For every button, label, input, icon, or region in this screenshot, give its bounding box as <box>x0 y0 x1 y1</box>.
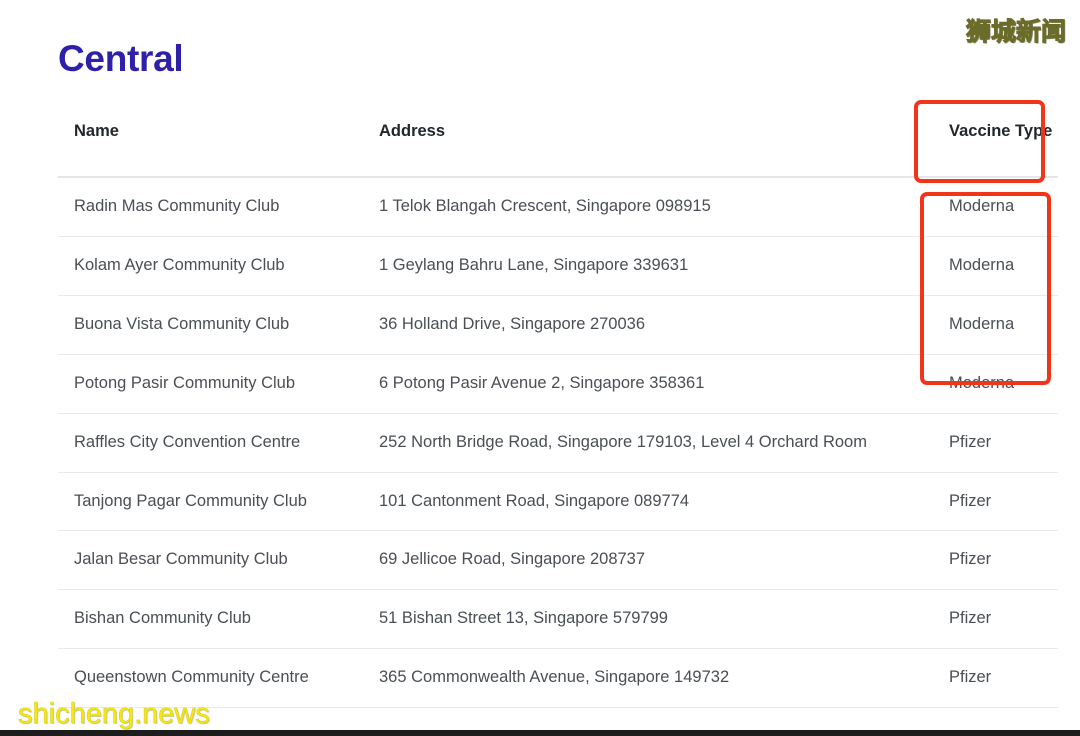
column-header-vaccine-type: Vaccine Type <box>933 108 1058 178</box>
cell-name: Kolam Ayer Community Club <box>58 236 363 296</box>
table-row: Radin Mas Community Club 1 Telok Blangah… <box>58 176 1058 237</box>
vaccination-centres-table-wrapper: Name Address Vaccine Type Radin Mas Comm… <box>58 108 1058 709</box>
vaccination-centres-table: Name Address Vaccine Type Radin Mas Comm… <box>58 108 1058 709</box>
cell-address: 6 Potong Pasir Avenue 2, Singapore 35836… <box>363 354 933 414</box>
cell-vaccine-type: Pfizer <box>933 530 1058 591</box>
cell-address: 51 Bishan Street 13, Singapore 579799 <box>363 589 933 650</box>
cell-vaccine-type: Moderna <box>933 176 1058 237</box>
table-header-row: Name Address Vaccine Type <box>58 108 1058 178</box>
table-row: Tanjong Pagar Community Club 101 Cantonm… <box>58 472 1058 532</box>
cell-address: 69 Jellicoe Road, Singapore 208737 <box>363 530 933 591</box>
cell-address: 365 Commonwealth Avenue, Singapore 14973… <box>363 648 933 709</box>
table-row: Queenstown Community Centre 365 Commonwe… <box>58 648 1058 709</box>
table-row: Kolam Ayer Community Club 1 Geylang Bahr… <box>58 236 1058 296</box>
cell-address: 36 Holland Drive, Singapore 270036 <box>363 295 933 355</box>
table-row: Raffles City Convention Centre 252 North… <box>58 413 1058 473</box>
page-title: Central <box>58 38 184 79</box>
cell-address: 1 Telok Blangah Crescent, Singapore 0989… <box>363 176 933 237</box>
cell-name: Jalan Besar Community Club <box>58 530 363 591</box>
cell-name: Raffles City Convention Centre <box>58 413 363 473</box>
cell-name: Radin Mas Community Club <box>58 176 363 237</box>
page-root: Central Name Address Vaccine Type Radin … <box>0 0 1080 736</box>
table-header: Name Address Vaccine Type <box>58 108 1058 178</box>
cell-address: 252 North Bridge Road, Singapore 179103,… <box>363 413 933 473</box>
bottom-edge-bar <box>0 730 1080 736</box>
table-row: Potong Pasir Community Club 6 Potong Pas… <box>58 354 1058 414</box>
cell-vaccine-type: Moderna <box>933 295 1058 355</box>
cell-name: Queenstown Community Centre <box>58 648 363 709</box>
cell-vaccine-type: Pfizer <box>933 472 1058 532</box>
cell-vaccine-type: Pfizer <box>933 589 1058 650</box>
table-row: Jalan Besar Community Club 69 Jellicoe R… <box>58 530 1058 591</box>
cell-vaccine-type: Moderna <box>933 236 1058 296</box>
column-header-name: Name <box>58 108 363 178</box>
watermark-top-right: 狮城新闻 <box>965 18 1066 47</box>
cell-vaccine-type: Pfizer <box>933 648 1058 709</box>
cell-vaccine-type: Pfizer <box>933 413 1058 473</box>
cell-name: Potong Pasir Community Club <box>58 354 363 414</box>
cell-name: Buona Vista Community Club <box>58 295 363 355</box>
table-row: Bishan Community Club 51 Bishan Street 1… <box>58 589 1058 650</box>
cell-vaccine-type: Moderna <box>933 354 1058 414</box>
table-row: Buona Vista Community Club 36 Holland Dr… <box>58 295 1058 355</box>
cell-address: 101 Cantonment Road, Singapore 089774 <box>363 472 933 532</box>
cell-name: Bishan Community Club <box>58 589 363 650</box>
cell-address: 1 Geylang Bahru Lane, Singapore 339631 <box>363 236 933 296</box>
cell-name: Tanjong Pagar Community Club <box>58 472 363 532</box>
table-body: Radin Mas Community Club 1 Telok Blangah… <box>58 176 1058 709</box>
column-header-address: Address <box>363 108 933 178</box>
